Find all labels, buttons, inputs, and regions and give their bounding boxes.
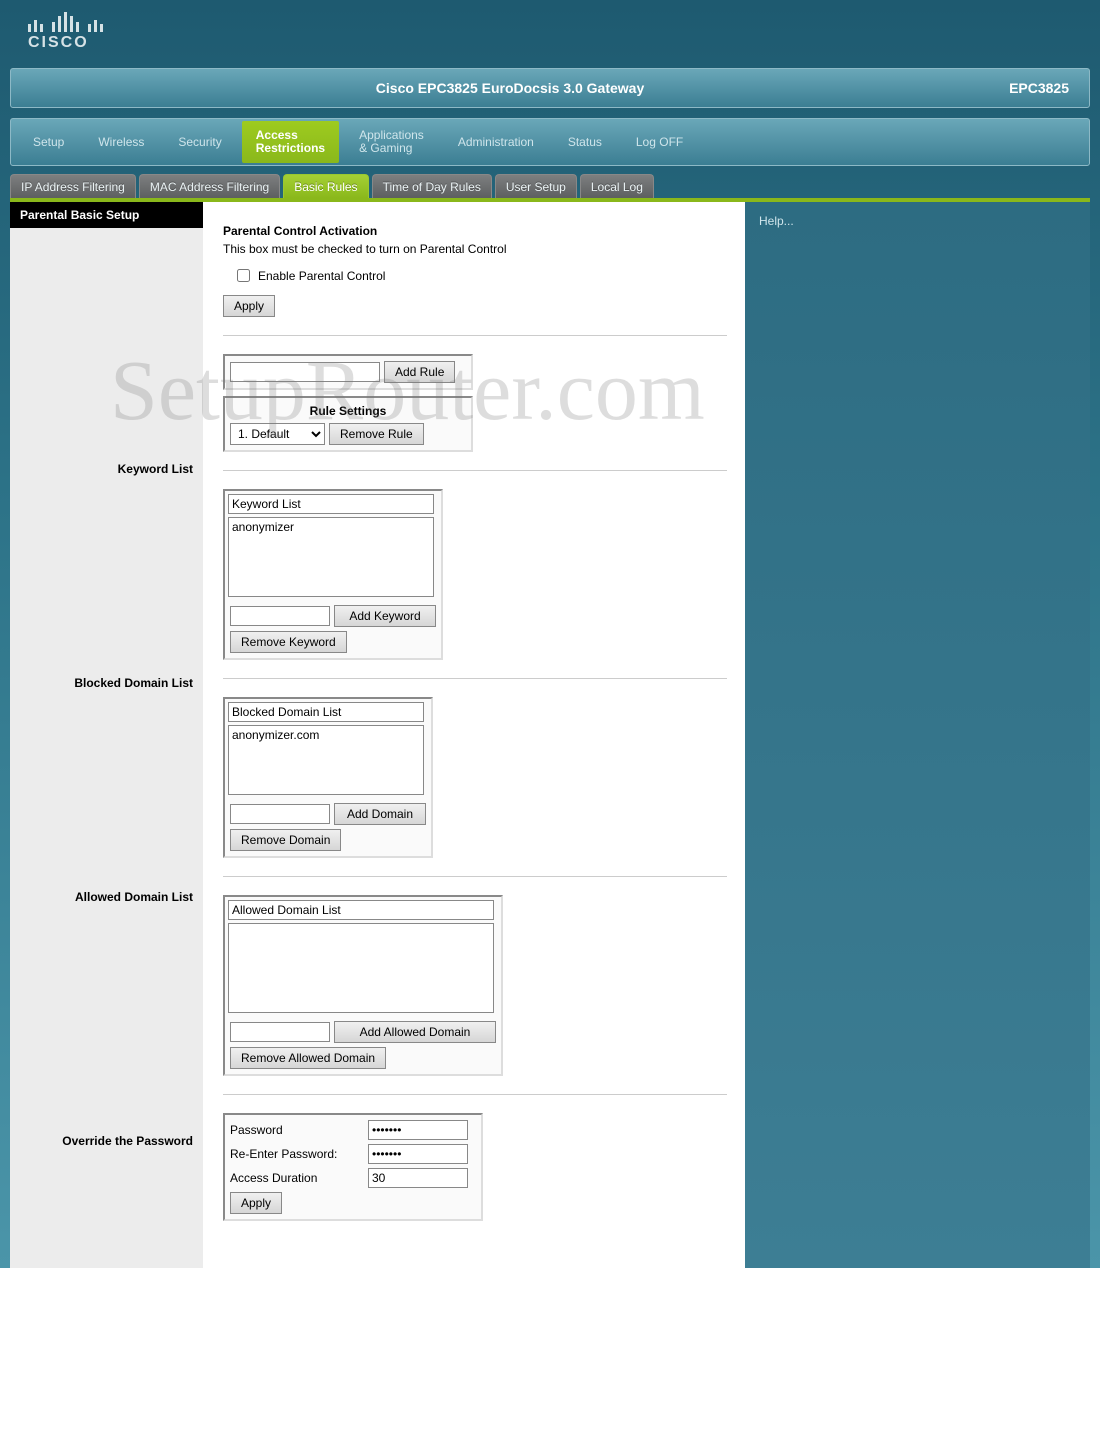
- keyword-box-title: [228, 494, 434, 514]
- nav-logoff[interactable]: Log OFF: [622, 127, 697, 157]
- access-duration-label: Access Duration: [230, 1171, 360, 1185]
- remove-domain-button[interactable]: Remove Domain: [230, 829, 341, 851]
- rule-name-input[interactable]: [230, 362, 380, 382]
- blocked-box-title: [228, 702, 424, 722]
- remove-keyword-button[interactable]: Remove Keyword: [230, 631, 347, 653]
- gateway-title: Cisco EPC3825 EuroDocsis 3.0 Gateway: [11, 80, 1009, 96]
- divider: [223, 335, 727, 336]
- rule-select[interactable]: 1. Default: [230, 423, 325, 445]
- rule-settings-title: Rule Settings: [228, 401, 468, 421]
- divider: [223, 876, 727, 877]
- add-domain-button[interactable]: Add Domain: [334, 803, 426, 825]
- activation-desc: This box must be checked to turn on Pare…: [223, 242, 727, 256]
- remove-rule-button[interactable]: Remove Rule: [329, 423, 424, 445]
- apply-override-button[interactable]: Apply: [230, 1192, 282, 1214]
- keyword-list-label: Keyword List: [10, 454, 203, 476]
- tab-user-setup[interactable]: User Setup: [495, 174, 577, 198]
- blocked-domain-input[interactable]: [230, 804, 330, 824]
- section-title: Parental Basic Setup: [10, 202, 203, 228]
- enable-parental-label: Enable Parental Control: [258, 269, 385, 283]
- nav-label: & Gaming: [359, 142, 424, 155]
- allowed-listbox[interactable]: [228, 923, 494, 1013]
- model-label: EPC3825: [1009, 80, 1089, 96]
- title-bar: Cisco EPC3825 EuroDocsis 3.0 Gateway EPC…: [10, 68, 1090, 108]
- reenter-password-label: Re-Enter Password:: [230, 1147, 360, 1161]
- brand-text: CISCO: [28, 34, 1100, 52]
- nav-security[interactable]: Security: [164, 127, 235, 157]
- divider: [223, 470, 727, 471]
- tab-time-of-day[interactable]: Time of Day Rules: [372, 174, 492, 198]
- nav-wireless[interactable]: Wireless: [84, 127, 158, 157]
- allowed-domain-label: Allowed Domain List: [10, 882, 203, 904]
- tab-ip-filtering[interactable]: IP Address Filtering: [10, 174, 136, 198]
- add-rule-button[interactable]: Add Rule: [384, 361, 455, 383]
- add-keyword-button[interactable]: Add Keyword: [334, 605, 436, 627]
- cisco-logo: CISCO: [0, 0, 1100, 62]
- help-link[interactable]: Help...: [759, 214, 1076, 228]
- keyword-input[interactable]: [230, 606, 330, 626]
- nav-label: Restrictions: [256, 142, 325, 155]
- reenter-password-input[interactable]: [368, 1144, 468, 1164]
- nav-administration[interactable]: Administration: [444, 127, 548, 157]
- divider: [223, 678, 727, 679]
- remove-allowed-domain-button[interactable]: Remove Allowed Domain: [230, 1047, 386, 1069]
- sub-nav: IP Address Filtering MAC Address Filteri…: [10, 174, 1090, 198]
- nav-access-restrictions[interactable]: Access Restrictions: [242, 121, 339, 163]
- nav-status[interactable]: Status: [554, 127, 616, 157]
- tab-local-log[interactable]: Local Log: [580, 174, 654, 198]
- tab-mac-filtering[interactable]: MAC Address Filtering: [139, 174, 280, 198]
- divider: [223, 1094, 727, 1095]
- password-label: Password: [230, 1123, 360, 1137]
- allowed-domain-input[interactable]: [230, 1022, 330, 1042]
- activation-heading: Parental Control Activation: [223, 224, 727, 238]
- nav-setup[interactable]: Setup: [19, 127, 78, 157]
- tab-basic-rules[interactable]: Basic Rules: [283, 174, 368, 198]
- nav-applications-gaming[interactable]: Applications & Gaming: [345, 121, 438, 163]
- override-password-label: Override the Password: [10, 1126, 203, 1148]
- enable-parental-checkbox[interactable]: [237, 269, 250, 282]
- allowed-box-title: [228, 900, 494, 920]
- access-duration-input[interactable]: [368, 1168, 468, 1188]
- add-allowed-domain-button[interactable]: Add Allowed Domain: [334, 1021, 496, 1043]
- keyword-listbox[interactable]: [228, 517, 434, 597]
- apply-activation-button[interactable]: Apply: [223, 295, 275, 317]
- password-input[interactable]: [368, 1120, 468, 1140]
- main-nav: Setup Wireless Security Access Restricti…: [10, 118, 1090, 166]
- blocked-domain-label: Blocked Domain List: [10, 668, 203, 690]
- blocked-listbox[interactable]: [228, 725, 424, 795]
